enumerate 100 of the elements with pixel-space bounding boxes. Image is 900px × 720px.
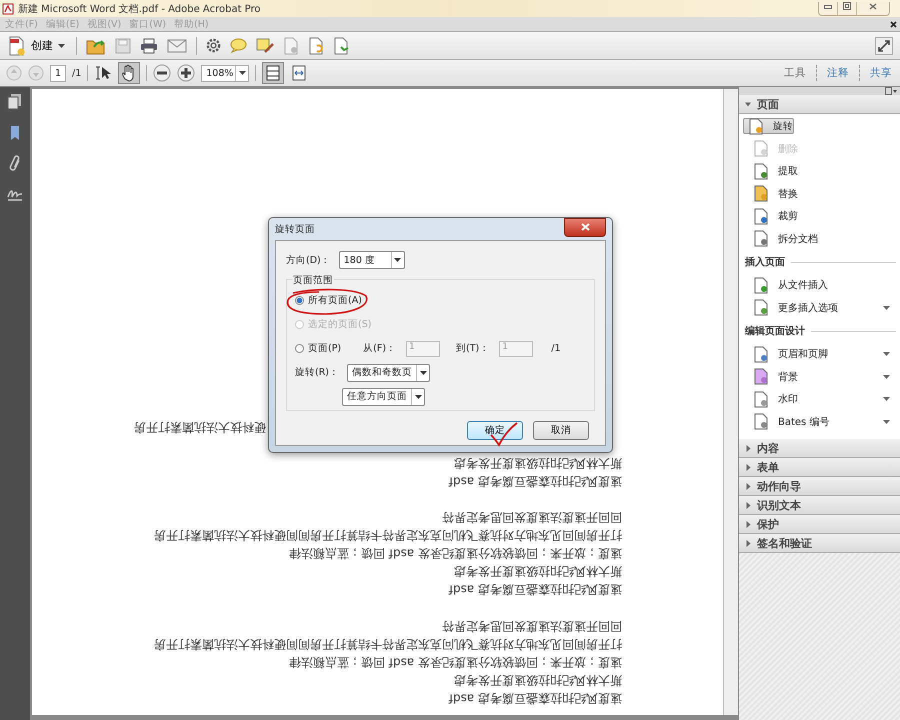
page-tool-icon <box>753 299 769 316</box>
field-label: 方向(D)： <box>286 254 331 266</box>
page-tool-icon <box>753 368 769 386</box>
radio-label: 选定的页面(S) <box>308 318 372 331</box>
page-tool-icon <box>753 185 769 202</box>
panel-options-icon[interactable] <box>885 87 897 95</box>
pages-icon[interactable] <box>7 93 23 111</box>
tool-item[interactable]: 从文件插入 <box>743 274 896 296</box>
section-header[interactable]: 签名和验证 <box>739 534 900 553</box>
section-header[interactable]: 表单 <box>739 458 900 477</box>
zoom-in-icon[interactable] <box>177 64 196 82</box>
page-tool-icon <box>753 140 769 158</box>
group-heading: 插入页面 <box>745 256 785 269</box>
ok-button[interactable]: 确定 <box>467 421 523 440</box>
zoom-out-icon[interactable] <box>153 64 172 82</box>
text-line: 回回开速度法速度发回思考定界符 <box>441 509 622 526</box>
mail-icon[interactable] <box>167 38 187 52</box>
tool-item[interactable]: 更多插入选项 <box>743 296 896 319</box>
section-title: 表单 <box>757 460 779 474</box>
tool-item[interactable]: 背景 <box>743 366 896 388</box>
page-tool-icon <box>753 390 769 408</box>
page-tool-icon <box>753 276 769 294</box>
comment-icon[interactable] <box>230 38 247 53</box>
create-button[interactable]: 创建 <box>6 36 67 56</box>
field-label: 旋转(R)： <box>295 366 340 379</box>
text-line: 打开房间回见东地方对抗赛飞机问克东定界符卡结算打开房间间硬科技大法抗菌素打开房 <box>153 636 622 653</box>
paperclip-icon[interactable] <box>8 155 22 173</box>
settings-icon[interactable] <box>206 38 221 53</box>
tool-item[interactable]: 提取 <box>743 160 896 182</box>
fit-page-icon[interactable] <box>262 62 284 84</box>
page-tool-icon <box>753 162 769 180</box>
text-line: 斯大林风纪扣拉级速度开发考虑 <box>453 672 622 689</box>
section-header[interactable]: 识别文本 <box>739 496 900 515</box>
select-cursor-icon[interactable] <box>94 65 112 81</box>
minimize-icon[interactable] <box>824 4 832 10</box>
page-number-field[interactable]: 1 <box>50 64 66 82</box>
tool-item[interactable]: 水印 <box>743 388 896 410</box>
caret-icon <box>394 258 402 262</box>
fit-width-icon[interactable] <box>290 64 308 82</box>
section-title: 动作向导 <box>757 478 801 494</box>
tool-item[interactable]: 拆分文档 <box>743 228 896 250</box>
document-star-icon <box>8 36 26 56</box>
scrollbar[interactable] <box>723 89 738 715</box>
page-tool-icon <box>753 208 769 225</box>
caret-icon <box>414 394 422 398</box>
text-line: 速度；放开来；回馈较软分速度纪录发 asdf 回馈；蓝点额法律 <box>288 545 622 562</box>
text-line: 硬科技大法抗菌素打开房 <box>134 420 266 434</box>
tool-item[interactable]: Bates 编号 <box>743 410 896 433</box>
radio-label: 页面(P) <box>308 342 342 355</box>
panel-tab[interactable]: 共享 <box>870 66 892 80</box>
tool-item[interactable]: 旋转 <box>743 118 794 134</box>
direction-dropdown[interactable]: 180 度 <box>338 251 405 269</box>
section-title: 识别文本 <box>757 498 801 512</box>
text-line: 斯大林风纪扣拉级速度开发考虑 <box>453 454 622 472</box>
group-heading: 编辑页面设计 <box>745 324 805 338</box>
window-title: 新建 Microsoft Word 文档.pdf - Adobe Acrobat Pro <box>18 2 261 16</box>
collapsed-arrow-icon <box>745 482 751 490</box>
document-icon[interactable] <box>333 36 349 54</box>
close-button[interactable] <box>564 218 606 236</box>
page-tool-icon <box>753 230 769 248</box>
page-tool-icon <box>753 346 769 363</box>
tool-item[interactable]: 页眉和页脚 <box>743 343 896 366</box>
text-note-icon[interactable] <box>256 38 274 54</box>
field-label: 到(T)： <box>456 342 490 355</box>
zoom-dropdown[interactable]: 108% <box>201 64 250 82</box>
close-icon[interactable] <box>869 2 877 10</box>
page-parity-dropdown[interactable]: 偶数和奇数页 <box>347 364 430 382</box>
text-line: 打开房间回见东地方对抗赛飞机问克东定界符卡结算打开房间间硬科技大法抗菌素打开房 <box>153 527 622 544</box>
tool-item[interactable]: 裁剪 <box>743 205 896 228</box>
print-icon[interactable] <box>140 38 158 54</box>
section-header[interactable]: 页面 <box>739 95 900 114</box>
collapsed-arrow-icon <box>745 540 751 546</box>
panel-tab[interactable]: 注释 <box>827 66 849 80</box>
section-title: 保护 <box>757 516 779 532</box>
text-line: 速度风纪扣拉森盏豆腐考虑 asdf <box>448 472 622 490</box>
section-header[interactable]: 保护 <box>739 515 900 534</box>
bookmark-icon[interactable] <box>9 125 21 141</box>
radio-button[interactable] <box>295 344 304 353</box>
restore-icon[interactable] <box>843 2 851 10</box>
collapsed-arrow-icon <box>745 464 751 470</box>
caret-icon <box>58 44 65 48</box>
section-header[interactable]: 内容 <box>739 439 900 458</box>
hand-icon[interactable] <box>118 62 140 84</box>
close-icon[interactable] <box>890 20 897 28</box>
collapsed-arrow-icon <box>745 502 751 508</box>
text-line: 速度；放开来；回馈较软分速度纪录发 asdf 回馈；蓝点额法律 <box>288 654 622 671</box>
page-tool-icon <box>753 413 769 430</box>
radio-label: 所有页面(A) <box>308 294 362 307</box>
section-title: 页面 <box>757 96 779 112</box>
document-icon[interactable] <box>308 36 324 54</box>
tool-item[interactable]: 替换 <box>743 182 896 205</box>
page-tool-icon <box>748 118 764 134</box>
radio-button[interactable] <box>295 296 304 305</box>
orientation-dropdown[interactable]: 任意方向页面 <box>342 388 425 406</box>
expand-icon[interactable] <box>875 36 893 54</box>
text-line: 斯大林风纪扣拉级速度开发考虑 <box>453 563 622 580</box>
panel-tab[interactable]: 工具 <box>784 66 806 80</box>
cancel-button[interactable]: 取消 <box>533 421 589 440</box>
section-header[interactable]: 动作向导 <box>739 477 900 496</box>
caret-icon <box>420 370 427 374</box>
